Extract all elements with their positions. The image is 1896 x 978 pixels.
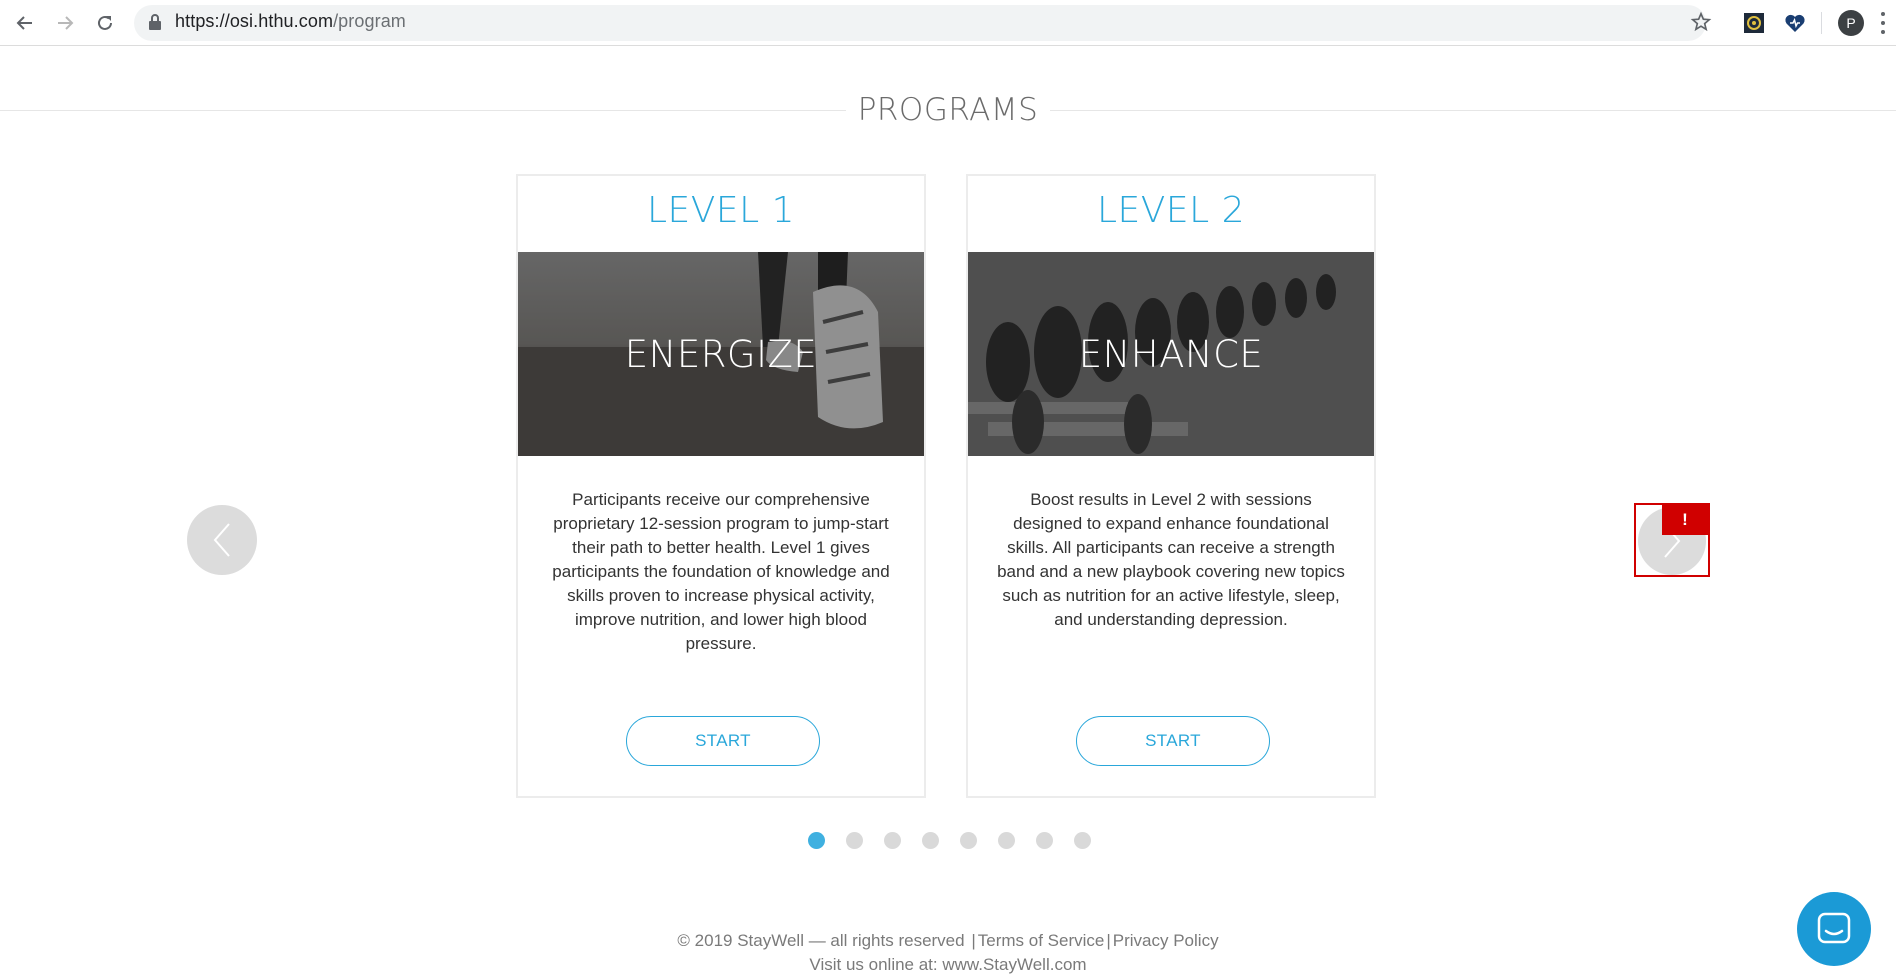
carousel-dot[interactable] [998,832,1015,849]
footer-separator: | [971,931,976,950]
carousel-dot[interactable] [808,832,825,849]
terms-of-service-link[interactable]: Terms of Service [978,931,1105,950]
profile-initial: P [1846,15,1856,31]
back-icon[interactable] [11,9,39,37]
carousel-dot[interactable] [1036,832,1053,849]
program-card-level-2: LEVEL 2 ENHANCE Boost results in Level 2… [966,174,1376,798]
browser-toolbar: https://osi.hthu.com/program P [0,0,1896,46]
carousel-dot[interactable] [846,832,863,849]
menu-icon[interactable] [1880,12,1886,34]
chat-icon [1817,912,1851,944]
footer-visit[interactable]: Visit us online at: www.StayWell.com [0,955,1896,975]
lock-icon [148,13,162,36]
privacy-policy-link[interactable]: Privacy Policy [1113,931,1219,950]
card-level-title: LEVEL 2 [1096,190,1246,231]
card-image-label: ENERGIZE [624,332,818,376]
start-button-level-1[interactable]: START [626,716,820,766]
footer-copyright: © 2019 StayWell — all rights reserved [677,931,965,950]
start-button-level-2[interactable]: START [1076,716,1270,766]
bookmark-star-icon[interactable] [1690,11,1712,38]
chevron-left-icon [213,523,230,557]
url-host: https://osi.hthu.com [175,11,334,31]
footer-legal: © 2019 StayWell — all rights reserved | T… [0,931,1896,951]
extension-heart-icon[interactable] [1783,11,1807,35]
reload-icon[interactable] [91,9,119,37]
carousel-next-highlight[interactable]: ! [1634,503,1710,577]
card-image-label: ENHANCE [1078,332,1264,376]
carousel-pagination [808,832,1091,849]
alert-badge: ! [1662,505,1708,535]
carousel-prev-button[interactable] [187,505,257,575]
card-image-energize: ENERGIZE [518,252,924,456]
title-rule-left [0,110,846,111]
card-description: Boost results in Level 2 with sessions d… [997,490,1345,629]
chat-launcher-button[interactable] [1797,892,1871,966]
toolbar-divider [1821,12,1822,34]
url-path: /program [333,11,406,31]
extension-icon[interactable] [1742,11,1766,35]
url-text[interactable]: https://osi.hthu.com/program [175,11,406,32]
carousel-dot[interactable] [922,832,939,849]
title-rule-right [1050,110,1896,111]
carousel-dot[interactable] [884,832,901,849]
card-level-title: LEVEL 1 [646,190,796,231]
profile-avatar[interactable]: P [1838,10,1864,36]
page-title: PROGRAMS [857,92,1039,128]
footer-separator: | [1106,931,1111,950]
carousel-dot[interactable] [1074,832,1091,849]
card-image-enhance: ENHANCE [968,252,1374,456]
carousel-dot[interactable] [960,832,977,849]
card-description: Participants receive our comprehensive p… [552,490,890,653]
forward-icon[interactable] [51,9,79,37]
program-card-level-1: LEVEL 1 ENERGIZE Participants receive ou… [516,174,926,798]
